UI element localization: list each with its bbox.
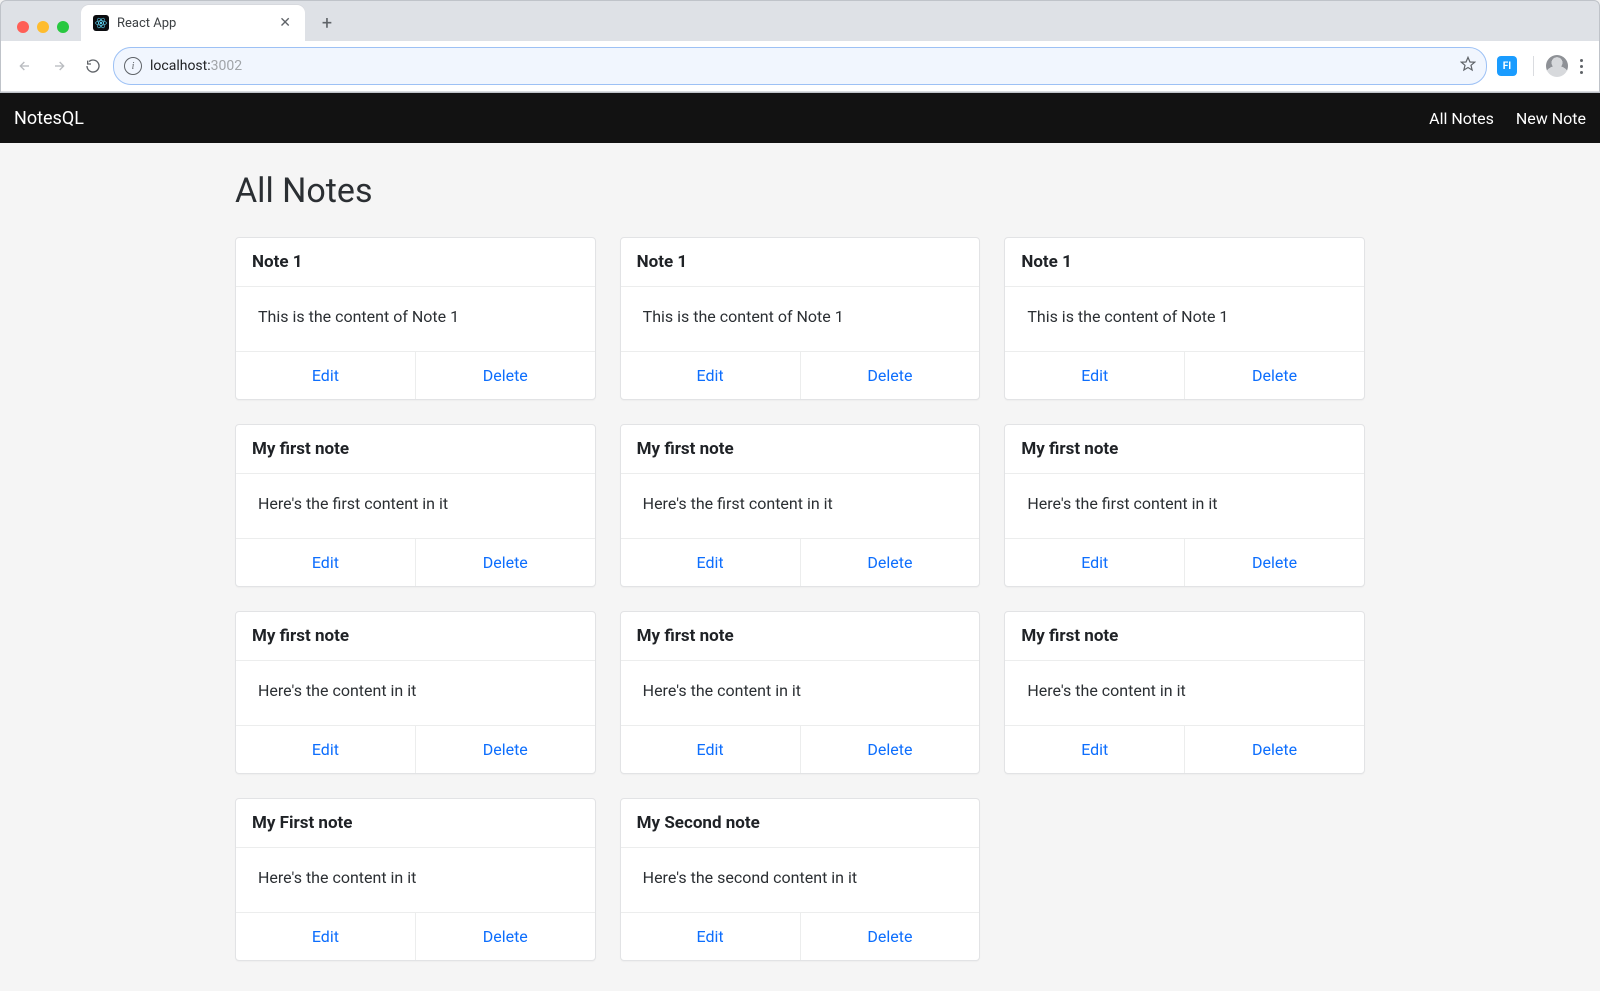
- toolbar-separator: [1533, 56, 1534, 76]
- note-title: My Second note: [621, 799, 980, 848]
- note-content: Here's the content in it: [1005, 661, 1364, 725]
- note-card: My First noteHere's the content in itEdi…: [235, 798, 596, 961]
- window-controls: [11, 21, 81, 41]
- delete-button[interactable]: Delete: [415, 539, 595, 586]
- edit-button[interactable]: Edit: [236, 539, 415, 586]
- edit-button[interactable]: Edit: [621, 726, 800, 773]
- bookmark-icon[interactable]: [1460, 56, 1476, 76]
- note-content: Here's the content in it: [236, 661, 595, 725]
- note-actions: EditDelete: [621, 351, 980, 399]
- browser-chrome: React App ✕ + i localhost:3002 FI: [0, 0, 1600, 93]
- note-actions: EditDelete: [236, 725, 595, 773]
- note-title: My first note: [236, 612, 595, 661]
- note-title: My first note: [236, 425, 595, 474]
- note-content: Here's the first content in it: [236, 474, 595, 538]
- note-card: My first noteHere's the content in itEdi…: [620, 611, 981, 774]
- delete-button[interactable]: Delete: [800, 352, 980, 399]
- note-title: My first note: [1005, 425, 1364, 474]
- note-title: Note 1: [236, 238, 595, 287]
- note-actions: EditDelete: [1005, 351, 1364, 399]
- note-title: Note 1: [621, 238, 980, 287]
- address-bar[interactable]: i localhost:3002: [113, 47, 1487, 85]
- url-port: 3002: [211, 58, 242, 74]
- tab-strip: React App ✕ +: [1, 1, 1599, 41]
- note-card: My first noteHere's the first content in…: [235, 424, 596, 587]
- main-container: All Notes Note 1This is the content of N…: [225, 143, 1375, 991]
- close-window-icon[interactable]: [17, 21, 29, 33]
- note-actions: EditDelete: [236, 912, 595, 960]
- extension-icon[interactable]: FI: [1497, 56, 1517, 76]
- notes-grid: Note 1This is the content of Note 1EditD…: [235, 237, 1365, 961]
- browser-tab[interactable]: React App ✕: [81, 5, 305, 41]
- note-card: My first noteHere's the first content in…: [620, 424, 981, 587]
- page-title: All Notes: [235, 171, 1365, 211]
- browser-menu-icon[interactable]: [1574, 59, 1589, 74]
- note-content: This is the content of Note 1: [621, 287, 980, 351]
- edit-button[interactable]: Edit: [621, 539, 800, 586]
- delete-button[interactable]: Delete: [415, 352, 595, 399]
- site-info-icon[interactable]: i: [124, 57, 142, 75]
- edit-button[interactable]: Edit: [236, 913, 415, 960]
- note-title: My First note: [236, 799, 595, 848]
- nav-link-all-notes[interactable]: All Notes: [1429, 109, 1494, 128]
- nav-forward-button[interactable]: [45, 52, 73, 80]
- note-card: My first noteHere's the content in itEdi…: [235, 611, 596, 774]
- nav-back-button[interactable]: [11, 52, 39, 80]
- note-title: Note 1: [1005, 238, 1364, 287]
- note-actions: EditDelete: [1005, 725, 1364, 773]
- note-actions: EditDelete: [236, 538, 595, 586]
- note-actions: EditDelete: [621, 725, 980, 773]
- note-card: My Second noteHere's the second content …: [620, 798, 981, 961]
- tab-close-icon[interactable]: ✕: [277, 16, 293, 30]
- edit-button[interactable]: Edit: [1005, 352, 1184, 399]
- browser-toolbar: i localhost:3002 FI: [1, 41, 1599, 92]
- note-content: Here's the second content in it: [621, 848, 980, 912]
- note-content: Here's the content in it: [621, 661, 980, 725]
- reload-button[interactable]: [79, 52, 107, 80]
- new-tab-button[interactable]: +: [313, 9, 341, 37]
- url-host: localhost:: [150, 58, 211, 74]
- react-favicon-icon: [93, 15, 109, 31]
- note-actions: EditDelete: [621, 538, 980, 586]
- delete-button[interactable]: Delete: [800, 726, 980, 773]
- note-actions: EditDelete: [1005, 538, 1364, 586]
- url-text: localhost:3002: [150, 58, 242, 74]
- edit-button[interactable]: Edit: [1005, 726, 1184, 773]
- page-viewport: NotesQL All Notes New Note All Notes Not…: [0, 93, 1600, 991]
- profile-avatar[interactable]: [1546, 55, 1568, 77]
- note-content: Here's the content in it: [236, 848, 595, 912]
- delete-button[interactable]: Delete: [800, 913, 980, 960]
- edit-button[interactable]: Edit: [621, 913, 800, 960]
- edit-button[interactable]: Edit: [236, 726, 415, 773]
- brand[interactable]: NotesQL: [14, 108, 84, 129]
- maximize-window-icon[interactable]: [57, 21, 69, 33]
- note-content: This is the content of Note 1: [1005, 287, 1364, 351]
- delete-button[interactable]: Delete: [800, 539, 980, 586]
- note-title: My first note: [621, 425, 980, 474]
- delete-button[interactable]: Delete: [1184, 726, 1364, 773]
- note-actions: EditDelete: [236, 351, 595, 399]
- note-card: Note 1This is the content of Note 1EditD…: [1004, 237, 1365, 400]
- nav-link-new-note[interactable]: New Note: [1516, 109, 1586, 128]
- edit-button[interactable]: Edit: [236, 352, 415, 399]
- app-navbar: NotesQL All Notes New Note: [0, 93, 1600, 143]
- tab-title: React App: [117, 16, 269, 31]
- note-card: Note 1This is the content of Note 1EditD…: [620, 237, 981, 400]
- delete-button[interactable]: Delete: [1184, 352, 1364, 399]
- edit-button[interactable]: Edit: [1005, 539, 1184, 586]
- delete-button[interactable]: Delete: [415, 913, 595, 960]
- note-content: Here's the first content in it: [1005, 474, 1364, 538]
- delete-button[interactable]: Delete: [415, 726, 595, 773]
- note-card: My first noteHere's the content in itEdi…: [1004, 611, 1365, 774]
- note-card: Note 1This is the content of Note 1EditD…: [235, 237, 596, 400]
- note-actions: EditDelete: [621, 912, 980, 960]
- note-card: My first noteHere's the first content in…: [1004, 424, 1365, 587]
- note-content: Here's the first content in it: [621, 474, 980, 538]
- note-title: My first note: [621, 612, 980, 661]
- delete-button[interactable]: Delete: [1184, 539, 1364, 586]
- edit-button[interactable]: Edit: [621, 352, 800, 399]
- note-content: This is the content of Note 1: [236, 287, 595, 351]
- minimize-window-icon[interactable]: [37, 21, 49, 33]
- note-title: My first note: [1005, 612, 1364, 661]
